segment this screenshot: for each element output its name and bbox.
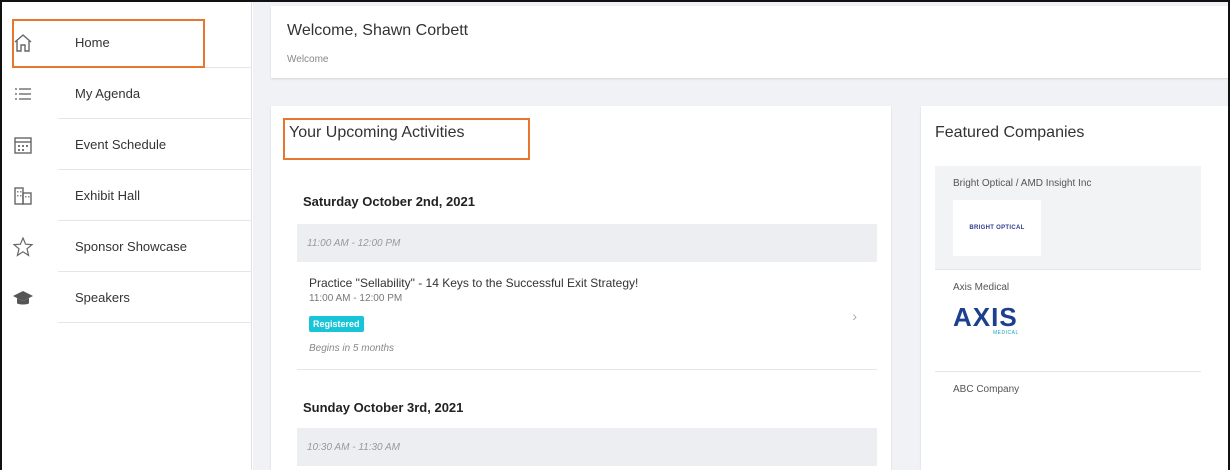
sidebar-item-speakers[interactable]: Speakers bbox=[2, 272, 252, 323]
company-name: ABC Company bbox=[953, 384, 1020, 395]
company-logo: BRIGHT OPTICAL bbox=[953, 200, 1041, 256]
company-item[interactable]: Axis Medical AXIS MEDICAL bbox=[935, 270, 1201, 372]
featured-companies-card: Featured Companies Bright Optical / AMD … bbox=[921, 106, 1228, 470]
day-heading: Saturday October 2nd, 2021 bbox=[303, 194, 475, 209]
day-heading: Sunday October 3rd, 2021 bbox=[303, 400, 464, 415]
sidebar-nav: Home My Agenda Event Schedule Exhibit Ha… bbox=[2, 2, 252, 470]
upcoming-activities-card: Your Upcoming Activities Saturday Octobe… bbox=[271, 106, 891, 470]
company-item[interactable]: ABC Company bbox=[935, 372, 1201, 470]
sidebar-item-exhibit-hall[interactable]: Exhibit Hall bbox=[2, 170, 252, 221]
sidebar-item-label: My Agenda bbox=[75, 86, 141, 101]
list-icon bbox=[12, 83, 34, 105]
page-title: Welcome, Shawn Corbett bbox=[287, 22, 469, 39]
company-item[interactable]: Bright Optical / AMD Insight Inc BRIGHT … bbox=[935, 166, 1201, 270]
chevron-right-icon[interactable]: › bbox=[852, 308, 857, 324]
status-badge: Registered bbox=[309, 316, 364, 332]
building-icon bbox=[12, 185, 34, 207]
company-name: Axis Medical bbox=[953, 282, 1010, 293]
sidebar-item-my-agenda[interactable]: My Agenda bbox=[2, 68, 252, 119]
session-time: 11:00 AM - 12:00 PM bbox=[309, 293, 403, 304]
star-icon bbox=[12, 235, 34, 258]
graduation-cap-icon bbox=[12, 287, 34, 309]
calendar-icon bbox=[12, 134, 34, 156]
sidebar-item-label: Sponsor Showcase bbox=[75, 239, 188, 254]
main-content: Welcome, Shawn Corbett Welcome Your Upco… bbox=[253, 2, 1228, 470]
app-frame: Home My Agenda Event Schedule Exhibit Ha… bbox=[0, 0, 1230, 470]
company-logo: AXIS MEDICAL bbox=[953, 304, 1053, 348]
featured-title: Featured Companies bbox=[935, 124, 1085, 141]
logo-subtext: MEDICAL bbox=[993, 330, 1019, 336]
time-slot-header: 11:00 AM - 12:00 PM bbox=[297, 224, 877, 262]
sidebar-item-label: Exhibit Hall bbox=[75, 188, 141, 203]
company-name: Bright Optical / AMD Insight Inc bbox=[953, 178, 1092, 189]
home-highlight-box bbox=[12, 19, 205, 68]
sidebar-item-event-schedule[interactable]: Event Schedule bbox=[2, 119, 252, 170]
sidebar-item-sponsor-showcase[interactable]: Sponsor Showcase bbox=[2, 221, 252, 272]
time-slot-header: 10:30 AM - 11:30 AM bbox=[297, 428, 877, 466]
session-title: Practice "Sellability" - 14 Keys to the … bbox=[309, 276, 639, 290]
sidebar-item-label: Speakers bbox=[75, 290, 130, 305]
logo-text: AXIS bbox=[953, 302, 1018, 332]
breadcrumb: Welcome bbox=[287, 54, 329, 65]
welcome-card: Welcome, Shawn Corbett Welcome bbox=[271, 6, 1228, 78]
logo-text: BRIGHT OPTICAL bbox=[969, 225, 1025, 231]
activities-highlight-box bbox=[283, 118, 530, 160]
session-item[interactable]: Practice "Sellability" - 14 Keys to the … bbox=[297, 270, 877, 370]
sidebar-item-label: Event Schedule bbox=[75, 137, 167, 152]
session-countdown: Begins in 5 months bbox=[309, 343, 395, 354]
